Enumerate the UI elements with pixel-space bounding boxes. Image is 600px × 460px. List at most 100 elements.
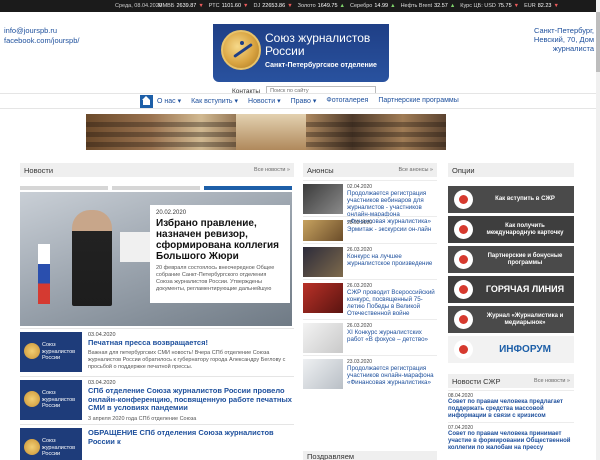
announcement-thumbnail[interactable]	[303, 323, 343, 353]
email-link[interactable]: info@jourspb.ru	[4, 26, 79, 36]
home-icon[interactable]	[140, 95, 153, 108]
header-address: Санкт-Петербург, Невский, 70, Дом журнал…	[533, 26, 594, 53]
option-journal[interactable]: Журнал «Журналистика и медиарынок»	[448, 306, 574, 333]
ticker-item: Нефть Brent 32.57 ▲	[400, 3, 456, 9]
nav-item-law[interactable]: Право ▾	[291, 97, 317, 105]
slider-tab-active[interactable]	[204, 186, 292, 190]
scrollbar-thumb[interactable]	[596, 12, 600, 72]
sjr-emblem-icon	[454, 220, 473, 239]
news-section-header: Новости Все новости »	[20, 163, 294, 177]
option-press-card[interactable]: Как получить международную карточку	[448, 216, 574, 243]
speaker-image	[72, 210, 112, 306]
emblem-icon	[24, 343, 40, 359]
slider-caption-card[interactable]: 20.02.2020 Избрано правление, назначен р…	[150, 205, 290, 303]
options-section-title: Опции	[452, 166, 475, 175]
news-item[interactable]: Союз журналистов России 03.04.2020 Печат…	[20, 328, 294, 376]
announcements-list: 02.04.2020 Продолжается регистрация учас…	[303, 180, 437, 391]
announcement-thumbnail[interactable]	[303, 247, 343, 277]
announcement-title[interactable]: СЖР проводит Всероссийский конкурс, посв…	[347, 289, 439, 317]
market-ticker: Среда, 08.04.2020 ММВБ 2639.87 ▼ РТС 1101.6…	[0, 0, 600, 12]
nav-item-about[interactable]: О нас ▾	[157, 97, 181, 105]
site-header: info@jourspb.ru facebook.com/jourspb/ Со…	[0, 12, 600, 96]
page-scrollbar[interactable]	[596, 0, 600, 460]
announcement-title[interactable]: Продолжается регистрация участников онла…	[347, 365, 439, 386]
option-join[interactable]: Как вступить в СЖР	[448, 186, 574, 213]
ticker-item: РТС 1101.60 ▼	[208, 3, 249, 9]
announcement-item[interactable]: 26.03.2020 Конкурс на лучшее журналистск…	[303, 243, 437, 279]
slider-pagination	[20, 186, 292, 190]
announcement-title[interactable]: Конкурс на лучшее журналистское произвед…	[347, 253, 439, 267]
greetings-section-title: Поздравляем	[307, 452, 355, 460]
sjr-news-section-header: Новости СЖР Все новости »	[448, 374, 574, 388]
slider-text: 20 февраля состоялось внеочередное Общее…	[156, 265, 275, 292]
announcement-thumbnail[interactable]	[303, 283, 343, 313]
sjr-news-item[interactable]: 07.04.2020 Совет по правам человека прин…	[448, 422, 574, 454]
news-text: 3 апреля 2020 года СПб отделение Союза	[88, 416, 197, 422]
emblem-icon	[24, 439, 40, 455]
ticker-item: Золото 1649.75 ▲	[297, 3, 345, 9]
announcement-item[interactable]: 26.03.2020 СЖР проводит Всероссийский ко…	[303, 279, 437, 319]
options-list: Как вступить в СЖР Как получить междунар…	[448, 186, 574, 366]
announcements-section-header: Анонсы Все анонсы »	[303, 163, 437, 177]
nav-item-news[interactable]: Новости ▾	[248, 97, 281, 105]
news-title[interactable]: Печатная пресса возвращается!	[88, 338, 294, 348]
option-hotline[interactable]: ГОРЯЧАЯ ЛИНИЯ	[448, 276, 574, 303]
sjr-news-title[interactable]: Совет по правам человека принимает участ…	[448, 431, 574, 452]
hero-banner-image[interactable]	[86, 114, 446, 150]
all-news-link[interactable]: Все новости »	[254, 167, 290, 173]
ticker-item: Серебро 14.99 ▲	[349, 3, 396, 9]
logo-subtitle: Санкт-Петербургское отделение	[265, 62, 377, 69]
ticker-item: DJ 22653.86 ▼	[253, 3, 293, 9]
ticker-item: Курс ЦБ: USD 75.75 ▼	[460, 3, 520, 9]
sjr-emblem-icon	[454, 190, 473, 209]
sjr-news-list: 08.04.2020 Совет по правам человека пред…	[448, 390, 574, 454]
nav-menu: О нас ▾ Как вступить ▾ Новости ▾ Право ▾…	[157, 97, 459, 105]
option-inforum[interactable]: ИНФОРУМ	[448, 336, 574, 363]
news-section-title: Новости	[24, 166, 54, 175]
news-thumbnail[interactable]: Союз журналистов России	[20, 380, 82, 420]
slider-tab[interactable]	[112, 186, 200, 190]
sjr-emblem-icon	[454, 310, 473, 329]
sjr-emblem-icon	[454, 340, 473, 359]
main-nav: О нас ▾ Как вступить ▾ Новости ▾ Право ▾…	[0, 93, 600, 109]
facebook-link[interactable]: facebook.com/jourspb/	[4, 36, 79, 46]
all-announcements-link[interactable]: Все анонсы »	[399, 167, 434, 173]
announcement-thumbnail[interactable]	[303, 220, 343, 241]
logo-emblem-icon	[221, 30, 261, 70]
news-title[interactable]: СПб отделение Союза журналистов России п…	[88, 386, 294, 413]
nav-item-gallery[interactable]: Фотогалерея	[326, 97, 368, 105]
site-logo[interactable]: Союз журналистов России Санкт-Петербургс…	[213, 24, 389, 82]
announcement-title[interactable]: Эрмитаж - экскурсии он-лайн	[347, 226, 439, 233]
news-item[interactable]: Союз журналистов России 03.04.2020 СПб о…	[20, 376, 294, 424]
slider-title[interactable]: Избрано правление, назначен ревизор, сфо…	[156, 218, 284, 262]
announcement-item[interactable]: 26.03.2020 XI Конкурс журналистских рабо…	[303, 319, 437, 355]
nav-item-partners[interactable]: Партнерские программы	[378, 97, 458, 105]
announcement-item[interactable]: 28.03.2020 Эрмитаж - экскурсии он-лайн	[303, 216, 437, 243]
greetings-section-header: Поздравляем	[303, 451, 437, 460]
sjr-emblem-icon	[454, 280, 473, 299]
announcement-item[interactable]: 02.04.2020 Продолжается регистрация учас…	[303, 180, 437, 225]
news-thumbnail[interactable]: Союз журналистов России	[20, 332, 82, 372]
sjr-news-title[interactable]: Совет по правам человека предлагает подд…	[448, 399, 574, 420]
news-text: Важная для петербургских СМИ новость! Вч…	[88, 350, 286, 370]
ticker-item: ММВБ 2639.87 ▼	[158, 3, 204, 9]
flag-image	[38, 244, 50, 304]
announcement-title[interactable]: XI Конкурс журналистских работ «В фокусе…	[347, 329, 439, 343]
ticker-item: EUR 82.23 ▼	[524, 3, 559, 9]
all-sjr-news-link[interactable]: Все новости »	[534, 378, 570, 384]
slider-tab[interactable]	[20, 186, 108, 190]
announcement-item[interactable]: 23.03.2020 Продолжается регистрация учас…	[303, 355, 437, 391]
news-title[interactable]: ОБРАЩЕНИЕ СПб отделения Союза журналисто…	[88, 428, 294, 446]
header-contacts: info@jourspb.ru facebook.com/jourspb/	[4, 26, 79, 46]
option-partners[interactable]: Партнерские и бонусные программы	[448, 246, 574, 273]
sjr-news-item[interactable]: 08.04.2020 Совет по правам человека пред…	[448, 390, 574, 422]
slider-date: 20.02.2020	[156, 210, 187, 216]
ticker-items: ММВБ 2639.87 ▼ РТС 1101.60 ▼ DJ 22653.86 ▼ Зол…	[158, 3, 559, 9]
options-section-header: Опции	[448, 163, 574, 177]
nav-item-join[interactable]: Как вступить ▾	[191, 97, 238, 105]
announcement-thumbnail[interactable]	[303, 359, 343, 389]
news-item[interactable]: Союз журналистов России ОБРАЩЕНИЕ СПб от…	[20, 424, 294, 460]
sjr-news-section-title: Новости СЖР	[452, 377, 501, 386]
announcement-thumbnail[interactable]	[303, 184, 343, 214]
news-thumbnail[interactable]: Союз журналистов России	[20, 428, 82, 460]
